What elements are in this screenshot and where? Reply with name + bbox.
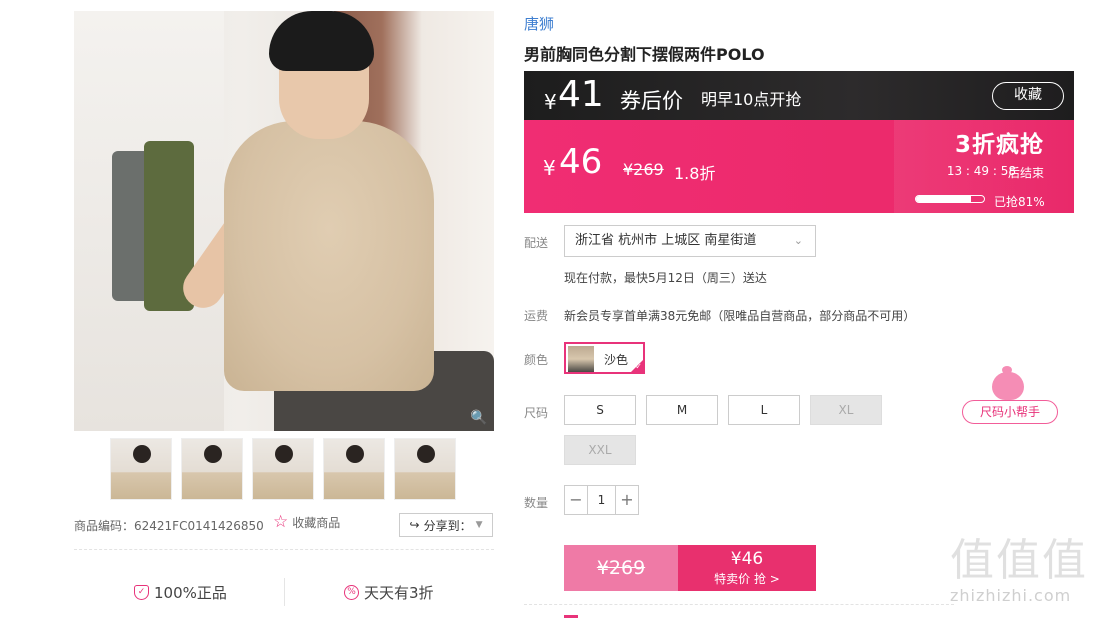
coupon-start-time: 明早10点开抢 [701,90,802,109]
sale-price: 46 [559,142,603,182]
thumbnail-strip [110,438,456,500]
color-label: 颜色 [524,353,549,367]
coupon-price-label: 券后价 [620,89,683,113]
coupon-price-bar: ¥ 41 券后价 明早10点开抢 收藏 [524,71,1074,120]
checkmark-icon: ✓ [635,362,642,371]
zoom-icon[interactable]: 🔍 [470,409,488,427]
original-price: ¥269 [623,160,664,179]
thumbnail-5[interactable] [394,438,456,500]
thumbnail-4[interactable] [323,438,385,500]
flash-sale-bar: ¥ 46 ¥269 1.8折 3折疯抢 13 : 49 : 58 后结束 已抢8… [524,120,1074,213]
buy-now-button[interactable]: ¥46 特卖价 抢 > [678,545,816,591]
delivery-label: 配送 [524,236,549,250]
shipping-label: 运费 [524,309,549,323]
promise-discount-label: 天天有3折 [364,584,434,602]
caret-down-icon: ▼ [475,520,483,530]
share-icon: ↪ [409,518,420,532]
color-option-sand[interactable]: 沙色 ✓ [564,342,645,374]
divider [524,604,954,605]
watermark-url: zhizhizhi.com [950,586,1072,605]
share-label: 分享到： [423,518,472,533]
size-helper-button[interactable]: 尺码小帮手 [962,366,1058,426]
thumbnail-3[interactable] [252,438,314,500]
sold-progress-fill [916,196,972,202]
currency-symbol: ¥ [543,156,556,180]
discount-rate: 1.8折 [674,164,716,183]
size-helper-label: 尺码小帮手 [962,400,1058,424]
shield-check-icon: ✓ [134,585,149,600]
star-icon: ☆ [273,512,289,532]
sold-percentage: 已抢81% [994,195,1045,209]
sold-progress-bar [915,195,985,203]
product-title: 男前胸同色分割下摆假两件POLO [524,45,765,64]
shipping-info: 新会员专享首单满38元免邮（限唯品自营商品，部分商品不可用） [564,309,916,323]
thumbnail-1[interactable] [110,438,172,500]
share-dropdown[interactable]: ↪ 分享到： ▼ [399,513,493,537]
promise-authentic-label: 100%正品 [154,584,227,602]
countdown-end-label: 后结束 [1007,166,1044,180]
delivery-estimate: 现在付款，最快5月12日（周三）送达 [564,271,767,285]
flash-sale-tag: 3折疯抢 [954,132,1044,158]
color-option-label: 沙色 [604,353,629,367]
address-select[interactable]: 浙江省 杭州市 上城区 南星街道 ⌄ [564,225,816,257]
quantity-input[interactable]: 1 [587,486,616,514]
main-product-image[interactable]: 🔍 [74,11,494,431]
plus-button[interactable]: + [616,486,638,514]
size-label: 尺码 [524,406,549,420]
goods-code: 商品编码：62421FC0141426850 [74,519,264,533]
product-page: 🔍 商品编码：62421FC0141426850 ☆ 收藏商品 ↪ 分享到： ▼… [0,0,1102,618]
minus-button[interactable]: − [565,486,587,514]
size-option-l[interactable]: L [728,395,800,425]
divider [74,549,494,550]
coupon-price: 41 [558,74,604,115]
watermark-logo: 值值值 [950,535,1088,586]
photo-model-hair [269,11,374,71]
size-option-s[interactable]: S [564,395,636,425]
countdown-timer: 13 : 49 : 58 [946,164,1016,178]
favorite-label: 收藏商品 [292,516,341,530]
color-swatch [568,346,594,372]
promise-authentic: ✓ 100%正品 [134,582,227,603]
size-option-m[interactable]: M [646,395,718,425]
brand-link[interactable]: 唐狮 [524,13,554,34]
divider [284,578,285,606]
quantity-stepper: − 1 + [564,485,639,515]
thumbnail-2[interactable] [181,438,243,500]
promise-discount: % 天天有3折 [344,582,434,603]
chevron-down-icon: ⌄ [793,234,803,247]
site-watermark: 值值值 zhizhizhi.com [950,535,1100,606]
buy-sale-label: 特卖价 抢 > [714,572,780,586]
collect-button[interactable]: 收藏 [992,82,1064,110]
currency-symbol: ¥ [544,90,557,114]
mascot-bird-icon [992,366,1024,400]
size-option-xxl: XXL [564,435,636,465]
original-price-button[interactable]: ¥269 [564,545,678,591]
quantity-label: 数量 [524,496,549,510]
favorite-product-button[interactable]: ☆ 收藏商品 [273,514,340,531]
percent-icon: % [344,585,359,600]
photo-model-polo-shirt [224,121,434,391]
buy-sale-price: ¥46 [730,549,764,569]
size-option-xl: XL [810,395,882,425]
address-value: 浙江省 杭州市 上城区 南星街道 [575,233,757,248]
